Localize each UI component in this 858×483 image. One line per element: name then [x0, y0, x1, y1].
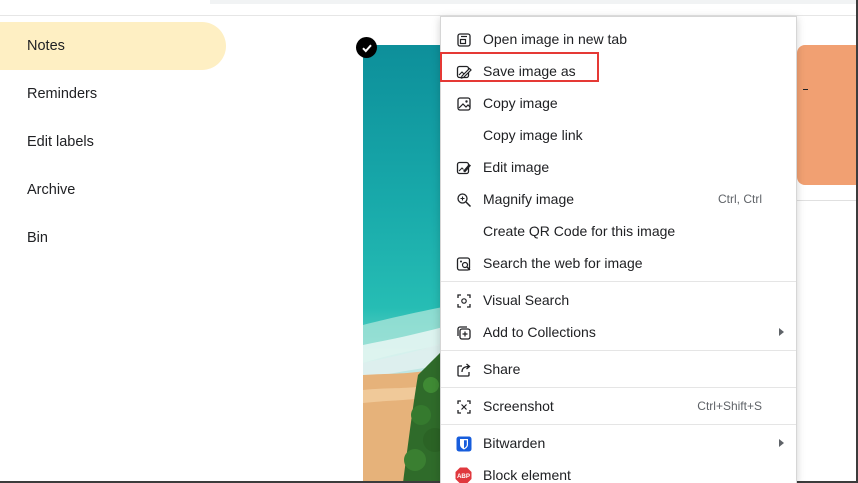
shortcut-text: Ctrl+Shift+S [697, 399, 762, 413]
menu-item-label: Search the web for image [483, 255, 643, 271]
menu-item-label: Edit image [483, 159, 550, 175]
menu-item-screenshot[interactable]: Screenshot Ctrl+Shift+S [441, 390, 796, 422]
menu-item-open-image-new-tab[interactable]: Open image in new tab [441, 23, 796, 55]
menu-separator [441, 281, 796, 282]
menu-item-copy-image-link[interactable]: Copy image link [441, 119, 796, 151]
context-menu: Open image in new tab Save image as Copy… [440, 16, 797, 483]
menu-item-label: Create QR Code for this image [483, 223, 676, 239]
edit-image-icon [455, 159, 472, 176]
note-image[interactable] [363, 45, 443, 483]
magnify-icon [455, 191, 472, 208]
divider [797, 200, 858, 201]
menu-item-magnify-image[interactable]: Magnify image Ctrl, Ctrl [441, 183, 796, 215]
submenu-arrow-icon [779, 439, 784, 447]
menu-item-add-to-collections[interactable]: Add to Collections [441, 316, 796, 348]
abp-icon: ABP [455, 467, 472, 483]
screenshot-icon [455, 398, 472, 415]
menu-item-bitwarden[interactable]: Bitwarden [441, 427, 796, 459]
menu-item-visual-search[interactable]: Visual Search [441, 284, 796, 316]
shortcut-text: Ctrl, Ctrl [718, 192, 762, 206]
toolbar-strip [210, 0, 858, 4]
menu-item-label: Save image as [483, 63, 576, 79]
menu-separator [441, 350, 796, 351]
menu-item-label: Add to Collections [483, 324, 596, 340]
menu-item-label: Bitwarden [483, 435, 546, 451]
save-image-icon [455, 63, 472, 80]
select-note-checkmark-icon[interactable] [356, 37, 377, 58]
bitwarden-icon [455, 435, 472, 452]
sidebar-item-edit-labels[interactable]: Edit labels [0, 118, 226, 166]
menu-item-label: Open image in new tab [483, 31, 627, 47]
share-icon [455, 361, 472, 378]
menu-item-copy-image[interactable]: Copy image [441, 87, 796, 119]
sidebar-item-label: Archive [27, 182, 76, 198]
menu-item-label: Magnify image [483, 191, 575, 207]
sidebar-item-notes[interactable]: Notes [0, 22, 226, 70]
menu-item-label: Screenshot [483, 398, 554, 414]
sidebar-item-archive[interactable]: Archive [0, 166, 226, 214]
menu-item-create-qr-code[interactable]: Create QR Code for this image [441, 215, 796, 247]
search-image-icon [455, 255, 472, 272]
menu-item-label: Share [483, 361, 521, 377]
submenu-arrow-icon [779, 328, 784, 336]
menu-item-label: Visual Search [483, 292, 570, 308]
browser-top-bar [0, 0, 858, 16]
sidebar-item-label: Bin [27, 230, 48, 246]
visual-search-icon [455, 292, 472, 309]
menu-item-save-image-as[interactable]: Save image as [441, 55, 796, 87]
menu-item-block-element[interactable]: ABP Block element [441, 459, 796, 483]
menu-item-label: Block element [483, 467, 571, 483]
sidebar-item-label: Reminders [27, 86, 98, 102]
image-icon [455, 95, 472, 112]
menu-item-edit-image[interactable]: Edit image [441, 151, 796, 183]
collections-icon [455, 324, 472, 341]
menu-item-label: Copy image [483, 95, 558, 111]
note-card[interactable] [797, 45, 858, 185]
sidebar-item-label: Edit labels [27, 134, 94, 150]
open-tab-icon [455, 31, 472, 48]
sidebar: Notes Reminders Edit labels Archive Bin [0, 22, 230, 262]
menu-item-share[interactable]: Share [441, 353, 796, 385]
sidebar-item-bin[interactable]: Bin [0, 214, 226, 262]
menu-separator [441, 387, 796, 388]
menu-item-search-web-image[interactable]: Search the web for image [441, 247, 796, 279]
abp-logo-text: ABP [457, 473, 470, 480]
note-card-text [803, 89, 808, 90]
menu-separator [441, 424, 796, 425]
sidebar-item-reminders[interactable]: Reminders [0, 70, 226, 118]
menu-item-label: Copy image link [483, 127, 583, 143]
sidebar-item-label: Notes [27, 38, 65, 54]
